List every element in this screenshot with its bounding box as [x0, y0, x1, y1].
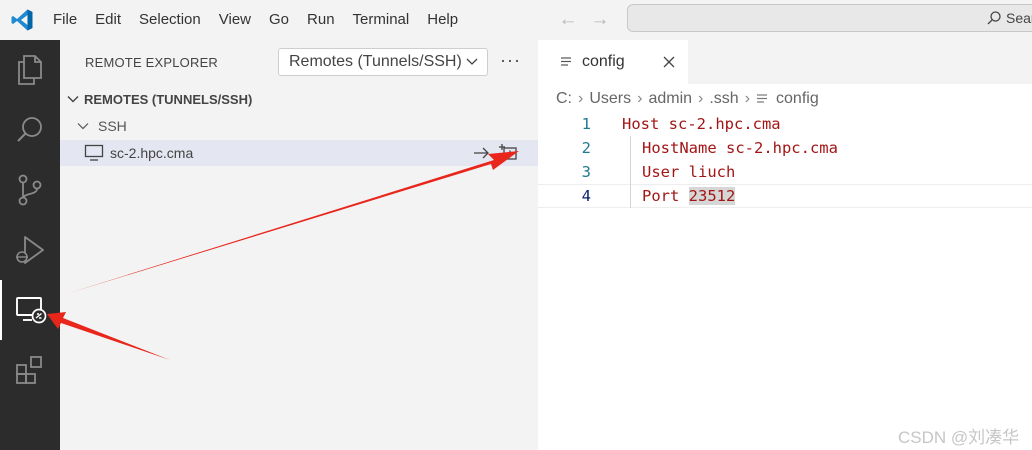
code-line: 3 User liuch — [538, 160, 1032, 184]
indent-guide — [630, 184, 631, 208]
title-bar: File Edit Selection View Go Run Terminal… — [0, 0, 1032, 40]
menu-view[interactable]: View — [210, 0, 260, 40]
code-text: Host sc-2.hpc.cma — [622, 115, 781, 133]
menu-edit[interactable]: Edit — [86, 0, 130, 40]
tab-config[interactable]: config — [538, 40, 688, 84]
breadcrumb-ssh[interactable]: .ssh — [709, 90, 738, 108]
connect-in-new-window-icon[interactable] — [498, 143, 518, 161]
chevron-down-icon — [67, 96, 79, 103]
code-line: 2 HostName sc-2.hpc.cma — [538, 136, 1032, 160]
code-editor[interactable]: 1 Host sc-2.hpc.cma 2 HostName sc-2.hpc.… — [538, 112, 1032, 208]
editor-area: config C: › Users › admin › .ssh › confi… — [538, 40, 1032, 450]
chevron-right-icon: › — [744, 90, 751, 107]
code-text: User liuch — [642, 163, 736, 181]
indent-guide — [630, 160, 631, 184]
menu-file[interactable]: File — [44, 0, 86, 40]
file-lines-icon — [757, 94, 768, 103]
source-control-icon[interactable] — [0, 160, 60, 220]
breadcrumb-config[interactable]: config — [776, 90, 819, 108]
ssh-host-label: sc-2.hpc.cma — [110, 145, 194, 161]
menu-bar: File Edit Selection View Go Run Terminal… — [44, 0, 467, 40]
remote-explorer-sidebar: REMOTE EXPLORER Remotes (Tunnels/SSH) ··… — [60, 40, 538, 450]
menu-run[interactable]: Run — [298, 0, 344, 40]
code-text-line: Port 23512 — [642, 184, 736, 208]
menu-terminal[interactable]: Terminal — [344, 0, 419, 40]
explorer-icon[interactable] — [0, 40, 60, 100]
line-number: 1 — [581, 115, 591, 133]
forward-arrow-icon[interactable]: → — [589, 9, 611, 31]
line-number: 4 — [581, 187, 591, 205]
run-and-debug-icon[interactable] — [0, 220, 60, 280]
chevron-right-icon: › — [637, 90, 643, 107]
line-number: 2 — [581, 139, 591, 157]
chevron-down-icon — [466, 58, 478, 65]
remote-explorer-icon[interactable] — [0, 280, 60, 340]
breadcrumb-drive[interactable]: C: — [556, 90, 572, 108]
monitor-icon — [84, 144, 104, 161]
ssh-group-label: SSH — [98, 118, 127, 134]
remotes-dropdown-value: Remotes (Tunnels/SSH) — [289, 53, 462, 70]
ssh-group[interactable]: SSH — [60, 113, 538, 139]
selected-text: 23512 — [688, 187, 736, 205]
code-line-current: 4 Port 23512 — [538, 184, 1032, 208]
vscode-logo-icon — [11, 9, 33, 31]
search-label: Search — [1006, 10, 1032, 26]
command-center-search[interactable]: Search — [627, 4, 1032, 32]
tab-config-label: config — [582, 53, 625, 70]
editor-tabs: config — [538, 40, 1032, 84]
more-actions-icon[interactable]: ··· — [500, 50, 521, 71]
indent-guide — [630, 136, 631, 160]
chevron-right-icon: › — [578, 90, 584, 107]
breadcrumb: C: › Users › admin › .ssh › config — [556, 90, 819, 108]
watermark: CSDN @刘凑华 — [898, 428, 1020, 447]
file-lines-icon — [561, 57, 571, 66]
menu-selection[interactable]: Selection — [130, 0, 210, 40]
chevron-down-icon — [77, 123, 89, 130]
line-number: 3 — [581, 163, 591, 181]
code-text: Port — [642, 187, 689, 205]
menu-go[interactable]: Go — [260, 0, 298, 40]
code-line: 1 Host sc-2.hpc.cma — [538, 112, 1032, 136]
search-icon — [987, 11, 1001, 25]
ssh-host-item[interactable]: sc-2.hpc.cma — [60, 140, 538, 166]
connect-in-current-window-icon[interactable] — [473, 145, 491, 161]
activity-bar — [0, 40, 60, 450]
close-icon[interactable] — [662, 55, 676, 69]
menu-help[interactable]: Help — [418, 0, 467, 40]
chevron-right-icon: › — [698, 90, 704, 107]
extensions-icon[interactable] — [0, 340, 60, 400]
breadcrumb-admin[interactable]: admin — [648, 90, 692, 108]
remotes-dropdown[interactable]: Remotes (Tunnels/SSH) — [278, 48, 488, 76]
section-header-label: REMOTES (TUNNELS/SSH) — [84, 91, 253, 107]
sidebar-title: REMOTE EXPLORER — [85, 55, 219, 70]
search-activity-icon[interactable] — [0, 100, 60, 160]
current-line-highlight — [538, 184, 1032, 208]
code-text: HostName sc-2.hpc.cma — [642, 139, 838, 157]
back-arrow-icon[interactable]: ← — [557, 9, 579, 31]
remotes-section-header[interactable]: REMOTES (TUNNELS/SSH) — [60, 86, 538, 112]
breadcrumb-users[interactable]: Users — [589, 90, 631, 108]
